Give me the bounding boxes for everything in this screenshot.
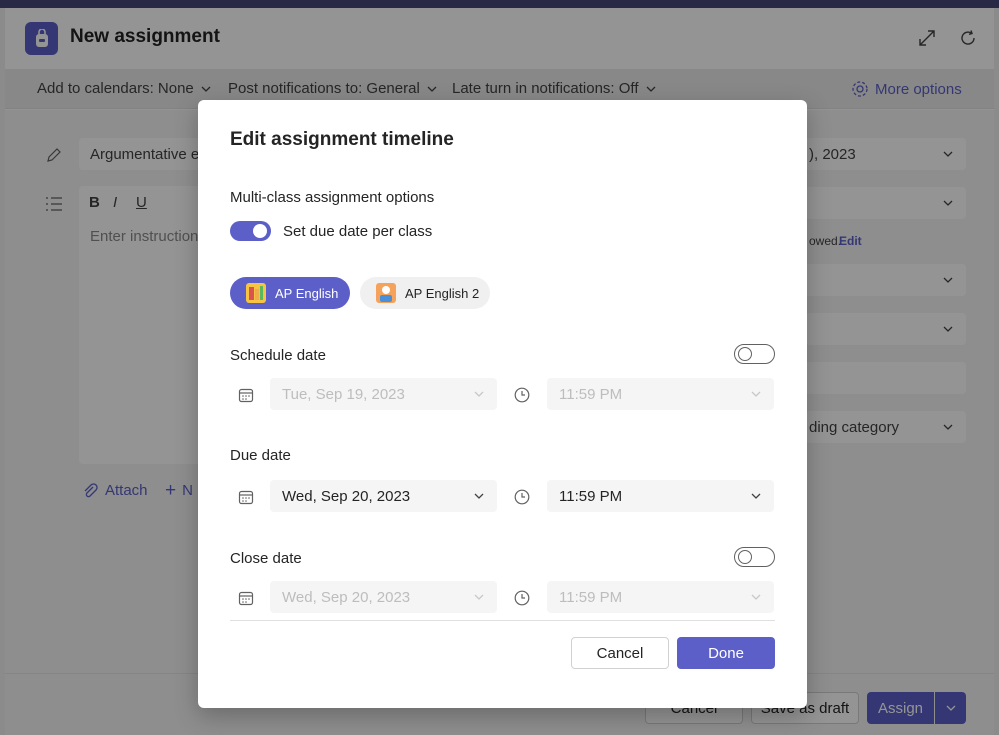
calendar-icon <box>237 488 255 506</box>
class-pill-ap-english-2[interactable]: AP English 2 <box>360 277 490 309</box>
schedule-date-label: Schedule date <box>230 347 326 364</box>
chevron-down-icon <box>751 493 761 499</box>
edit-timeline-dialog: Edit assignment timeline Multi-class ass… <box>198 100 807 708</box>
class-avatar-icon <box>246 283 266 303</box>
class-pill-label: AP English 2 <box>405 285 480 301</box>
schedule-date-dropdown: Tue, Sep 19, 2023 <box>270 378 497 410</box>
dialog-title: Edit assignment timeline <box>230 129 454 150</box>
due-date-dropdown[interactable]: Wed, Sep 20, 2023 <box>270 480 497 512</box>
schedule-time-dropdown: 11:59 PM <box>547 378 774 410</box>
due-date-label: Due date <box>230 447 291 464</box>
due-date-value: Wed, Sep 20, 2023 <box>282 487 411 505</box>
chevron-down-icon <box>474 391 484 397</box>
chevron-down-icon <box>474 493 484 499</box>
close-time-dropdown: 11:59 PM <box>547 581 774 613</box>
schedule-date-toggle[interactable] <box>734 344 775 364</box>
close-date-toggle[interactable] <box>734 547 775 567</box>
due-time-value: 11:59 PM <box>559 487 623 505</box>
calendar-icon <box>237 386 255 404</box>
multiclass-heading: Multi-class assignment options <box>230 189 435 206</box>
chevron-down-icon <box>751 594 761 600</box>
class-pill-label: AP English <box>275 285 339 301</box>
schedule-time-value: 11:59 PM <box>559 385 623 403</box>
calendar-icon <box>237 589 255 607</box>
dialog-divider <box>230 620 775 621</box>
close-date-dropdown: Wed, Sep 20, 2023 <box>270 581 497 613</box>
close-date-value: Wed, Sep 20, 2023 <box>282 588 411 606</box>
due-per-class-toggle[interactable] <box>230 221 271 241</box>
close-date-label: Close date <box>230 550 302 567</box>
class-avatar-icon <box>376 283 396 303</box>
chevron-down-icon <box>474 594 484 600</box>
schedule-date-value: Tue, Sep 19, 2023 <box>282 385 405 403</box>
clock-icon <box>513 386 531 404</box>
due-time-dropdown[interactable]: 11:59 PM <box>547 480 774 512</box>
clock-icon <box>513 589 531 607</box>
done-button[interactable]: Done <box>677 637 775 669</box>
close-time-value: 11:59 PM <box>559 588 623 606</box>
chevron-down-icon <box>751 391 761 397</box>
clock-icon <box>513 488 531 506</box>
class-pill-ap-english[interactable]: AP English <box>230 277 350 309</box>
cancel-button[interactable]: Cancel <box>571 637 669 669</box>
due-per-class-label: Set due date per class <box>283 223 433 240</box>
